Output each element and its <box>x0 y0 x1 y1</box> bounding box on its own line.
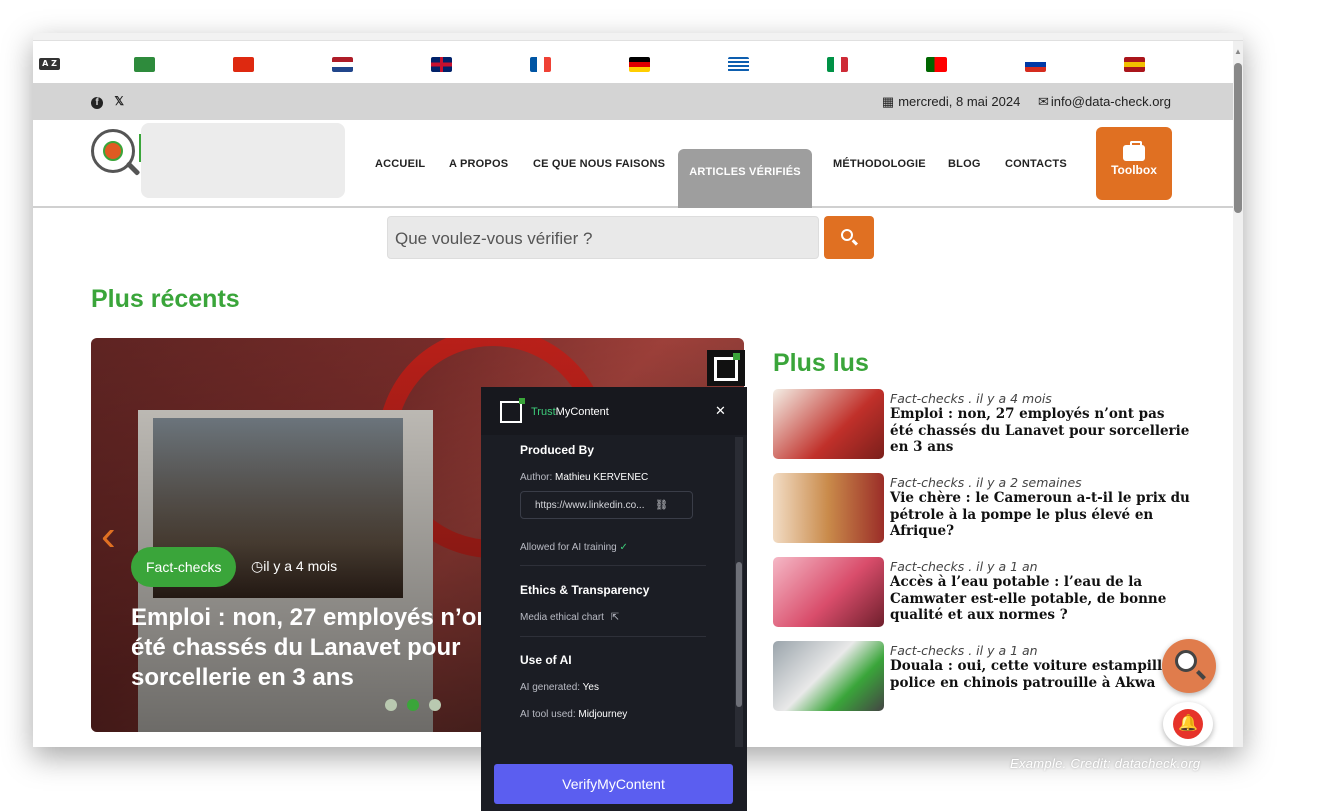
uk-flag[interactable] <box>431 57 452 72</box>
close-icon[interactable]: ✕ <box>715 403 726 419</box>
nav-a-propos[interactable]: A PROPOS <box>449 120 508 208</box>
x-icon[interactable]: 𝕏 <box>114 94 124 108</box>
notification-button[interactable]: 🔔 <box>1163 702 1213 746</box>
popular-thumbnail <box>773 473 884 543</box>
ai-generated-row: AI generated: Yes <box>520 682 599 693</box>
italian-flag[interactable] <box>827 57 848 72</box>
author-row: Author: Mathieu KERVENEC <box>520 472 649 483</box>
panel-header: TrustMyContent ✕ <box>481 387 747 435</box>
popular-title[interactable]: Emploi : non, 27 employés n’ont pas été … <box>890 406 1190 456</box>
hero-date: ◷il y a 4 mois <box>251 558 338 574</box>
french-flag[interactable] <box>530 57 551 72</box>
site-header: ACCUEIL A PROPOS CE QUE NOUS FAISONS ART… <box>33 120 1233 208</box>
ethical-chart-link[interactable]: Media ethical chart ⇱ <box>520 612 619 623</box>
ai-training-row: Allowed for AI training ✓ <box>520 542 628 553</box>
search-button[interactable] <box>824 216 874 259</box>
arabic-flag[interactable] <box>134 57 155 72</box>
scroll-up-icon[interactable]: ▲ <box>1234 47 1242 56</box>
nav-ce-que-nous-faisons[interactable]: CE QUE NOUS FAISONS <box>533 120 665 208</box>
search-icon <box>841 229 853 241</box>
logo-handle <box>125 161 141 176</box>
toolbox-icon <box>1123 141 1145 161</box>
portuguese-flag[interactable] <box>926 57 947 72</box>
translate-toggle-icon[interactable]: A Z <box>39 58 60 70</box>
popular-item[interactable]: Fact-checks . il y a 4 mois Emploi : non… <box>773 389 1203 465</box>
trustmycontent-logo-icon <box>500 398 525 423</box>
language-bar: A Z <box>33 41 1243 83</box>
nav-articles-verifies[interactable]: ARTICLES VÉRIFIÉS <box>678 149 812 208</box>
trustmycontent-panel: TrustMyContent ✕ Produced By Author: Mat… <box>481 387 747 811</box>
image-credit: Example. Credit: datacheck.org <box>1010 756 1201 771</box>
toolbox-label: Toolbox <box>1111 163 1157 177</box>
popular-item[interactable]: Fact-checks . il y a 1 an Douala : oui, … <box>773 641 1203 717</box>
contact-email[interactable]: info@data-check.org <box>1051 94 1171 109</box>
dutch-flag[interactable] <box>332 57 353 72</box>
social-links: f 𝕏 <box>91 94 132 109</box>
nav-accueil[interactable]: ACCUEIL <box>375 120 425 208</box>
clock-icon: ◷ <box>251 558 264 574</box>
nav-methodologie[interactable]: MÉTHODOLOGIE <box>833 120 926 208</box>
floating-search-button[interactable] <box>1162 639 1216 693</box>
chinese-flag[interactable] <box>233 57 254 72</box>
panel-brand: TrustMyContent <box>531 406 609 418</box>
popular-item[interactable]: Fact-checks . il y a 1 an Accès à l’eau … <box>773 557 1203 633</box>
carousel-dot[interactable] <box>407 699 419 711</box>
popular-thumbnail <box>773 641 884 711</box>
recent-heading: Plus récents <box>91 285 240 313</box>
carousel-prev-icon[interactable]: ‹ <box>101 511 116 561</box>
scroll-thumb[interactable] <box>1234 63 1242 213</box>
top-info: ▦ mercredi, 8 mai 2024 ✉ info@data-check.o… <box>872 94 1171 110</box>
author-link[interactable]: https://www.linkedin.co... ⛓ <box>520 491 693 519</box>
popular-thumbnail <box>773 557 884 627</box>
produced-by-heading: Produced By <box>520 443 595 457</box>
top-info-bar: f 𝕏 ▦ mercredi, 8 mai 2024 ✉ info@data-che… <box>33 83 1233 120</box>
popular-meta: Fact-checks . il y a 1 an <box>890 643 1038 658</box>
nav-blog[interactable]: BLOG <box>948 120 981 208</box>
hero-category-badge[interactable]: Fact-checks <box>131 547 237 587</box>
link-icon: ⛓ <box>655 500 668 511</box>
carousel-dot[interactable] <box>385 699 397 711</box>
mail-icon: ✉ <box>1037 94 1049 109</box>
ethics-heading: Ethics & Transparency <box>520 583 650 597</box>
popular-heading: Plus lus <box>773 349 869 377</box>
carousel-dots <box>385 698 451 716</box>
panel-scroll-thumb[interactable] <box>736 562 742 707</box>
calendar-icon: ▦ <box>881 94 895 109</box>
popular-title[interactable]: Vie chère : le Cameroun a-t-il le prix d… <box>890 490 1190 540</box>
german-flag[interactable] <box>629 57 650 72</box>
page-scrollbar[interactable]: ▲ <box>1233 41 1243 747</box>
browser-chrome <box>33 33 1243 41</box>
popular-thumbnail <box>773 389 884 459</box>
divider <box>520 636 706 637</box>
nav-contacts[interactable]: CONTACTS <box>1005 120 1067 208</box>
logo-placeholder <box>141 123 345 198</box>
verify-my-content-button[interactable]: VerifyMyContent <box>494 764 733 804</box>
popular-meta: Fact-checks . il y a 2 semaines <box>890 475 1082 490</box>
popular-meta: Fact-checks . il y a 1 an <box>890 559 1038 574</box>
popular-title[interactable]: Douala : oui, cette voiture estampillée … <box>890 658 1190 691</box>
popular-title[interactable]: Accès à l’eau potable : l’eau de la Camw… <box>890 574 1190 624</box>
ai-tool-row: AI tool used: Midjourney <box>520 709 628 720</box>
bell-icon: 🔔 <box>1173 709 1203 739</box>
carousel-dot[interactable] <box>429 699 441 711</box>
external-link-icon: ⇱ <box>610 612 620 623</box>
facebook-icon[interactable]: f <box>91 97 103 109</box>
popular-meta: Fact-checks . il y a 4 mois <box>890 391 1052 406</box>
check-icon: ✓ <box>619 542 628 553</box>
current-date: mercredi, 8 mai 2024 <box>898 94 1021 109</box>
use-of-ai-heading: Use of AI <box>520 653 572 667</box>
toolbox-button[interactable]: Toolbox <box>1096 127 1172 200</box>
magnifier-icon <box>1175 650 1197 672</box>
screenshot-stage: A Z f 𝕏 ▦ mercredi, 8 mai 2024 ✉ info@data… <box>0 0 1326 811</box>
popular-item[interactable]: Fact-checks . il y a 2 semaines Vie chèr… <box>773 473 1203 549</box>
divider <box>520 565 706 566</box>
trustmycontent-badge-icon[interactable] <box>707 350 745 386</box>
spanish-flag[interactable] <box>1124 57 1145 72</box>
russian-flag[interactable] <box>1025 57 1046 72</box>
greek-flag[interactable] <box>728 57 749 72</box>
search-input[interactable]: Que voulez-vous vérifier ? <box>387 216 819 259</box>
